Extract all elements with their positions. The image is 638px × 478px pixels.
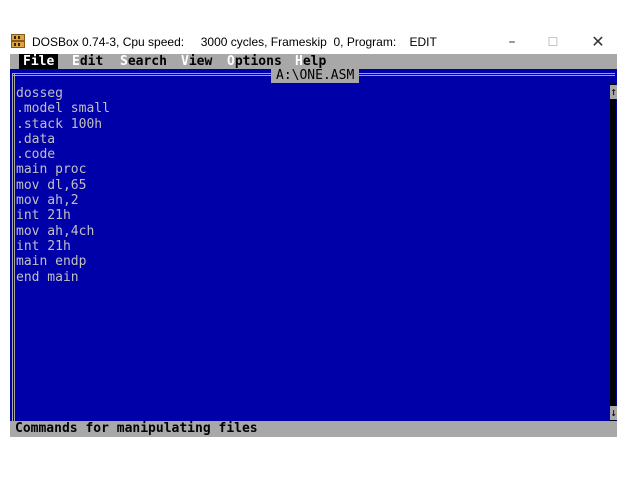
menu-search-hotkey: S (120, 54, 128, 69)
maximize-button[interactable]: ☐ (531, 30, 575, 54)
menu-options-hotkey: O (227, 54, 235, 69)
dosbox-icon (11, 34, 25, 48)
menu-bar: File Edit Search View Options Help (10, 54, 617, 69)
menu-options[interactable]: Options (227, 54, 282, 69)
file-title: A:\ONE.ASM (271, 69, 360, 83)
menu-view[interactable]: View (181, 54, 212, 69)
code-line: .data (16, 131, 56, 147)
close-button[interactable]: ✕ (576, 30, 620, 54)
menu-search-label: earch (127, 54, 167, 69)
menu-help-label: elp (302, 54, 327, 69)
code-line: int 21h (16, 238, 71, 254)
vertical-scrollbar[interactable] (610, 84, 616, 421)
window-title: DOSBox 0.74-3, Cpu speed: 3000 cycles, F… (32, 35, 437, 49)
minimize-button[interactable]: – (490, 30, 534, 54)
code-line: main endp (16, 254, 87, 270)
menu-file[interactable]: File (19, 54, 59, 69)
code-line: mov ah,2 (16, 193, 79, 209)
editor-window[interactable]: A:\ONE.ASM ↑ ↓ dosseg .model small .stack … (10, 69, 617, 421)
code-line: end main (16, 269, 79, 285)
menu-help-hotkey: H (295, 54, 303, 69)
dos-screen: File Edit Search View Options Help A:\ON… (10, 54, 617, 437)
scroll-up-arrow-icon[interactable]: ↑ (610, 85, 617, 99)
code-line: mov ah,4ch (16, 223, 95, 239)
code-line: int 21h (16, 208, 71, 224)
window-titlebar (0, 0, 638, 32)
code-line: main proc (16, 162, 87, 178)
scroll-down-arrow-icon[interactable]: ↓ (610, 406, 617, 420)
menu-edit-hotkey: E (72, 54, 80, 69)
editor-frame-left (12, 73, 15, 421)
code-text-area[interactable]: dosseg .model small .stack 100h .data .code m… (16, 86, 110, 285)
code-line: .code (16, 147, 56, 163)
menu-view-hotkey: V (181, 54, 189, 69)
menu-view-label: iew (188, 54, 213, 69)
menu-options-label: ptions (234, 54, 282, 69)
status-text: Commands for manipulating files (15, 421, 258, 436)
menu-edit[interactable]: Edit (72, 54, 103, 69)
status-bar: Commands for manipulating files (10, 421, 617, 437)
code-line: .model small (16, 101, 110, 117)
menu-edit-label: dit (79, 54, 104, 69)
menu-search[interactable]: Search (120, 54, 167, 69)
code-line: dosseg (16, 86, 63, 101)
menu-help[interactable]: Help (295, 54, 326, 69)
code-line: mov dl,65 (16, 177, 87, 193)
code-line: .stack 100h (16, 116, 103, 132)
